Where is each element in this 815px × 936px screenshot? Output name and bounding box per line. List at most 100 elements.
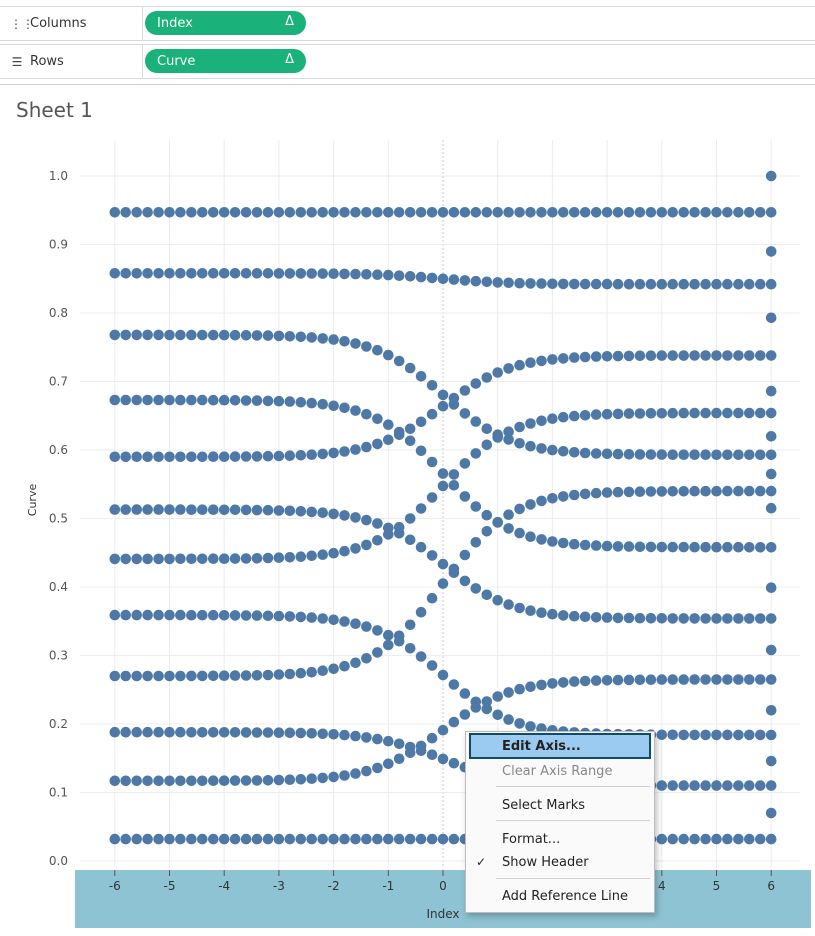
data-point [120, 504, 131, 515]
menu-item-add-reference-line[interactable]: Add Reference Line [466, 884, 654, 908]
data-point [470, 448, 482, 459]
data-point [251, 775, 263, 786]
data-point [623, 449, 635, 460]
y-tick-label: 0.1 [49, 786, 68, 800]
data-point [120, 833, 131, 845]
data-point [678, 541, 689, 553]
data-point [229, 395, 241, 406]
data-point [623, 612, 635, 624]
data-point [175, 726, 186, 738]
data-point [765, 449, 777, 461]
data-point [437, 468, 449, 479]
data-point [295, 833, 307, 845]
data-point [415, 651, 427, 662]
data-point [383, 629, 394, 641]
data-point [492, 594, 504, 606]
data-point [317, 549, 329, 560]
data-point [645, 541, 657, 553]
data-point [503, 714, 514, 725]
data-point [142, 504, 153, 515]
data-point [579, 410, 591, 421]
data-point [448, 679, 460, 690]
data-point [744, 613, 755, 624]
data-point [700, 729, 711, 741]
data-point [514, 718, 525, 729]
data-point [339, 660, 350, 672]
data-point [733, 278, 744, 290]
data-point [404, 271, 416, 282]
data-point [350, 444, 361, 455]
data-point [536, 207, 547, 218]
data-point [175, 670, 186, 682]
data-point [590, 351, 602, 362]
data-point [273, 669, 285, 680]
data-point [229, 207, 241, 218]
data-point [590, 448, 602, 459]
data-point [689, 541, 700, 553]
data-point [339, 207, 350, 218]
data-point [295, 450, 307, 461]
data-point [492, 691, 504, 702]
data-point [361, 408, 372, 420]
data-point [306, 506, 318, 518]
data-point [689, 278, 700, 290]
data-point [711, 613, 722, 624]
data-point [317, 448, 329, 460]
data-point [426, 272, 438, 284]
data-point [197, 207, 208, 218]
data-point [448, 274, 460, 285]
data-point [700, 613, 711, 624]
x-axis-title: Index [426, 907, 459, 921]
data-point [645, 408, 657, 419]
menu-item-clear-axis-range[interactable]: Clear Axis Range [466, 759, 654, 783]
data-point [339, 616, 350, 627]
data-point [240, 395, 252, 406]
data-point [503, 434, 514, 445]
data-point [153, 775, 164, 787]
data-point [306, 449, 318, 461]
data-point [634, 207, 646, 218]
data-point [481, 423, 493, 435]
data-point [131, 609, 142, 621]
data-point [273, 505, 285, 516]
menu-item-format[interactable]: Format... [466, 827, 654, 851]
data-point [218, 775, 230, 786]
data-point [590, 207, 602, 218]
data-point [109, 553, 121, 565]
data-point [175, 775, 186, 787]
y-axis-title: Curve [26, 484, 39, 517]
menu-item-select-marks[interactable]: Select Marks [466, 793, 654, 817]
scatter-chart[interactable]: 0.0 0.1 0.2 0.3 0.4 0.5 0.6 0.7 0.8 0.9 1.0 -6 -5 -4… [0, 0, 815, 936]
data-point [208, 833, 219, 845]
data-point [711, 674, 722, 685]
data-point [383, 349, 394, 361]
data-point [525, 278, 536, 289]
data-point [525, 207, 536, 218]
data-point [623, 278, 635, 290]
data-point [153, 207, 164, 218]
data-point [175, 394, 186, 406]
data-point [700, 350, 711, 361]
data-point [218, 394, 230, 406]
data-point [601, 612, 613, 623]
data-point [503, 509, 514, 520]
data-point [383, 207, 394, 218]
data-point [328, 833, 339, 845]
menu-item-show-header[interactable]: ✓ Show Header [466, 850, 654, 874]
data-point [372, 733, 383, 745]
data-point [634, 486, 646, 498]
data-point [197, 553, 208, 565]
menu-item-edit-axis[interactable]: Edit Axis... [469, 733, 651, 759]
data-point [240, 833, 252, 845]
data-point [744, 674, 755, 685]
data-point [558, 353, 569, 364]
data-point [700, 278, 711, 290]
data-point [667, 278, 678, 290]
menu-item-label: Clear Axis Range [502, 763, 613, 779]
data-point [131, 268, 142, 279]
data-point [164, 670, 175, 682]
data-point [744, 780, 755, 791]
data-point [481, 509, 493, 521]
data-point [404, 741, 416, 753]
data-point [240, 207, 252, 218]
